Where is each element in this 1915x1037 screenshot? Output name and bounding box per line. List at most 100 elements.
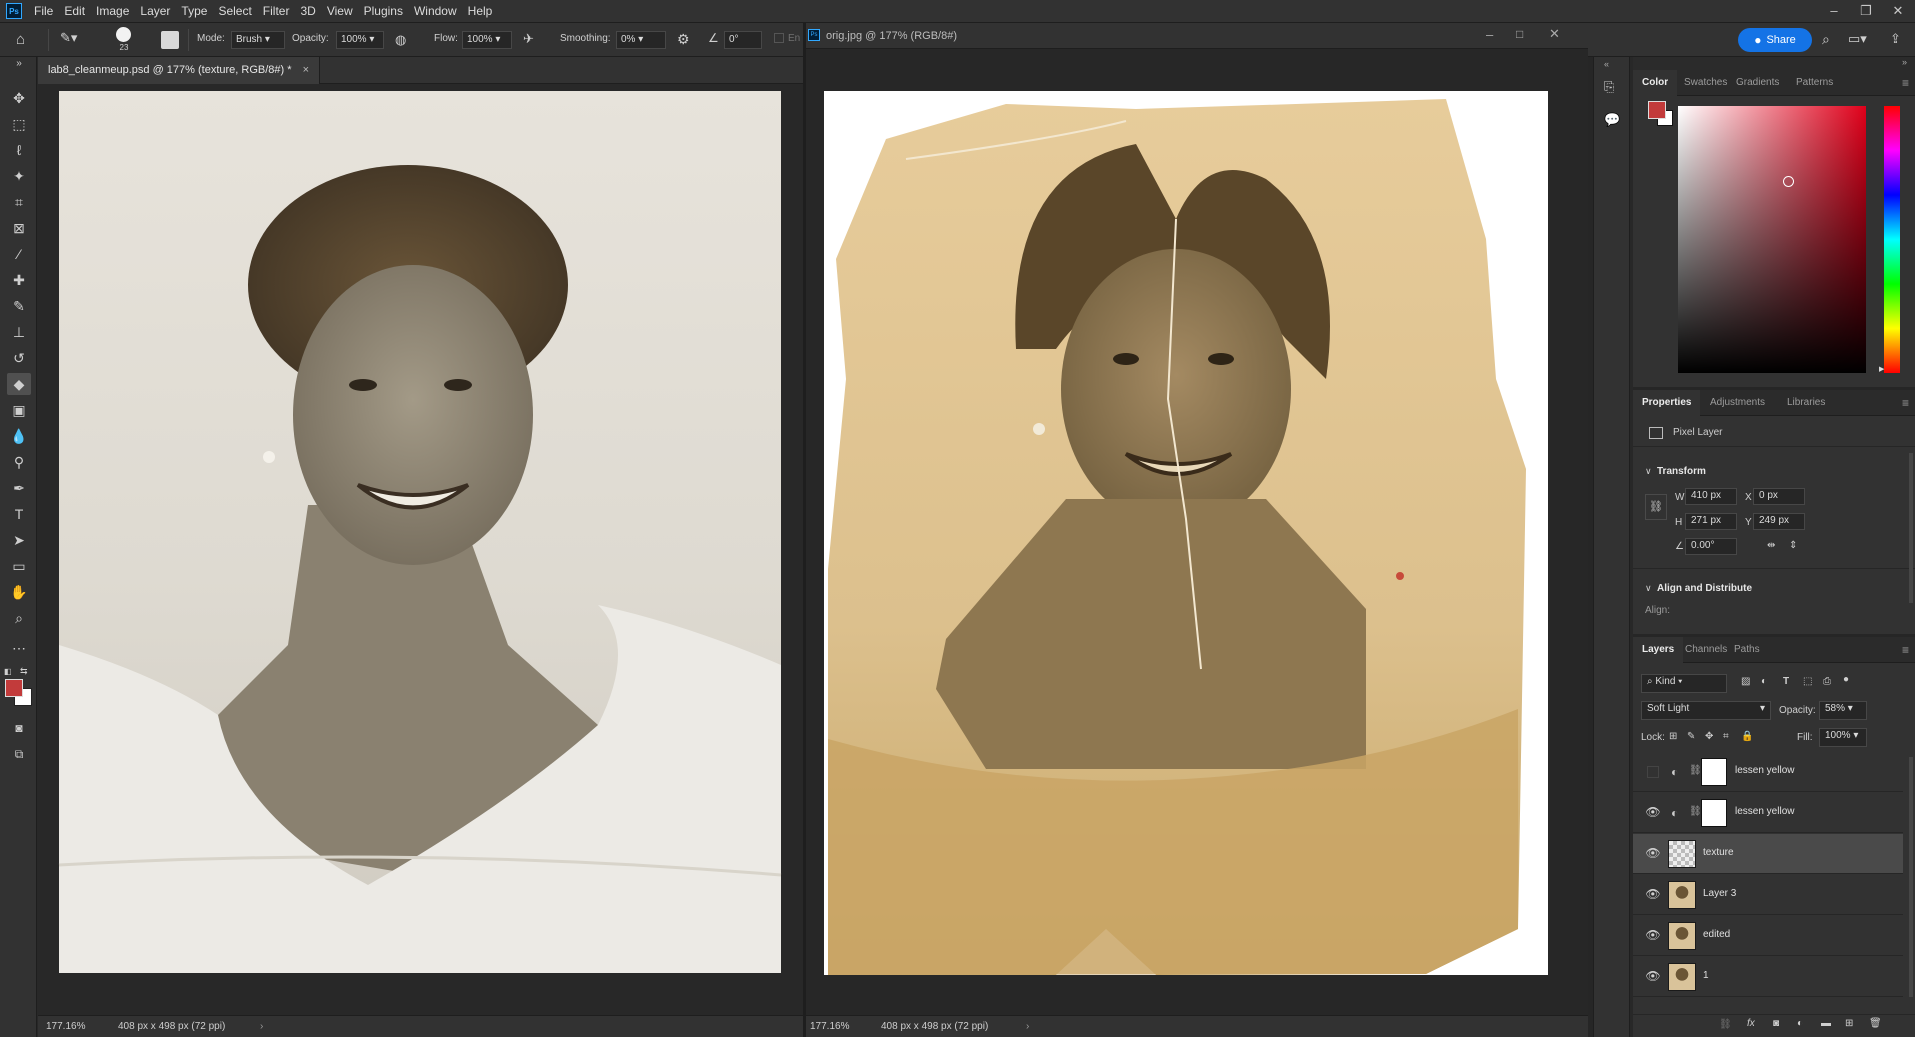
filter-type-icon[interactable]: T	[1783, 676, 1789, 687]
tab-paths[interactable]: Paths	[1725, 637, 1769, 663]
lock-all-icon[interactable]: 🔒	[1741, 731, 1753, 742]
layer-thumbnail[interactable]	[1668, 963, 1696, 991]
share-document-icon[interactable]: ⇪	[1890, 31, 1901, 47]
filter-adjustment-icon[interactable]: ◐	[1761, 676, 1767, 687]
eraser-tool-icon[interactable]: ◆	[7, 373, 31, 395]
layer-mask-thumbnail[interactable]	[1701, 758, 1727, 786]
layer-row-lessen-yellow-hidden[interactable]: ◐ ⛓ lessen yellow	[1633, 752, 1903, 792]
x-input[interactable]: 0 px	[1753, 488, 1805, 505]
home-icon[interactable]: ⌂	[16, 31, 36, 49]
menu-type[interactable]: Type	[179, 4, 216, 18]
pen-tool-icon[interactable]: ✒	[7, 477, 31, 499]
edited-photo-canvas[interactable]	[38, 85, 803, 1015]
screen-mode-icon[interactable]: ⧉	[7, 743, 31, 765]
layer-style-icon[interactable]: fx	[1747, 1018, 1755, 1029]
menu-file[interactable]: File	[32, 4, 62, 18]
menu-view[interactable]: View	[325, 4, 362, 18]
layer-row-edited[interactable]: 👁 edited	[1633, 916, 1903, 956]
menu-layer[interactable]: Layer	[138, 4, 179, 18]
add-mask-icon[interactable]: ◙	[1773, 1018, 1779, 1029]
y-input[interactable]: 249 px	[1753, 513, 1805, 530]
foreground-color-swatch[interactable]	[5, 679, 23, 697]
layer-row-lessen-yellow[interactable]: 👁 ◐ ⛓ lessen yellow	[1633, 793, 1903, 833]
document-tab-lab8[interactable]: lab8_cleanmeup.psd @ 177% (texture, RGB/…	[38, 57, 321, 84]
swap-colors-icon[interactable]: ⇆	[20, 666, 28, 677]
panel-foreground-swatch[interactable]	[1648, 101, 1666, 119]
menu-filter[interactable]: Filter	[261, 4, 299, 18]
floating-window-titlebar[interactable]: Ps orig.jpg @ 177% (RGB/8#) – □ ✕	[806, 23, 1588, 49]
airbrush-icon[interactable]: ✈	[523, 31, 534, 47]
tab-adjustments[interactable]: Adjustments	[1701, 390, 1774, 416]
original-photo-canvas[interactable]	[806, 49, 1588, 1015]
menu-3d[interactable]: 3D	[298, 4, 324, 18]
layer-row-texture[interactable]: 👁 texture	[1633, 834, 1903, 874]
layer-mask-thumbnail[interactable]	[1701, 799, 1727, 827]
menu-image[interactable]: Image	[94, 4, 138, 18]
blend-mode-select[interactable]: Soft Light ▾	[1641, 701, 1771, 720]
properties-scrollbar[interactable]	[1909, 453, 1913, 603]
opacity-input[interactable]: 100% ▾	[336, 31, 384, 49]
photoshop-logo[interactable]: Ps	[6, 3, 22, 19]
lock-pixels-icon[interactable]: ✎	[1687, 731, 1695, 742]
gradient-tool-icon[interactable]: ▣	[7, 399, 31, 421]
mask-link-icon[interactable]: ⛓	[1689, 765, 1702, 776]
lock-artboard-icon[interactable]: ⌗	[1723, 731, 1729, 742]
menu-help[interactable]: Help	[466, 4, 502, 18]
width-input[interactable]: 410 px	[1685, 488, 1737, 505]
layer-name[interactable]: Layer 3	[1703, 888, 1736, 899]
hue-slider[interactable]	[1884, 106, 1900, 373]
tab-libraries[interactable]: Libraries	[1778, 390, 1834, 416]
new-group-icon[interactable]: ▬	[1821, 1018, 1831, 1029]
default-colors-icon[interactable]: ◧	[4, 667, 16, 676]
quick-mask-icon[interactable]: ◙	[7, 717, 31, 739]
flow-input[interactable]: 100% ▾	[462, 31, 512, 49]
layer-thumbnail[interactable]	[1668, 840, 1696, 868]
lasso-tool-icon[interactable]: ℓ	[7, 139, 31, 161]
restore-icon[interactable]: ❐	[1850, 0, 1882, 23]
eyedropper-tool-icon[interactable]: ⁄	[7, 243, 31, 265]
layer-name[interactable]: edited	[1703, 929, 1730, 940]
gear-icon[interactable]: ⚙	[677, 31, 690, 48]
right-zoom-level[interactable]: 177.16%	[810, 1021, 849, 1032]
zoom-tool-icon[interactable]: ⌕	[7, 607, 31, 629]
filter-smart-object-icon[interactable]: ⎙	[1823, 676, 1831, 687]
layer-filter-kind[interactable]: ⌕ Kind ▾	[1641, 674, 1727, 693]
float-minimize-icon[interactable]: –	[1486, 27, 1493, 42]
flip-horizontal-icon[interactable]: ⇹	[1767, 540, 1775, 551]
menu-select[interactable]: Select	[216, 4, 260, 18]
blur-tool-icon[interactable]: 💧	[7, 425, 31, 447]
filter-shape-icon[interactable]: ⬚	[1803, 676, 1812, 687]
eye-icon[interactable]: 👁	[1645, 887, 1661, 903]
brush-angle-input[interactable]: 0°	[724, 31, 762, 49]
pressure-opacity-icon[interactable]: ◍	[395, 32, 406, 48]
filter-toggle-icon[interactable]: ●	[1843, 674, 1849, 685]
float-close-icon[interactable]: ✕	[1549, 26, 1560, 42]
hand-tool-icon[interactable]: ✋	[7, 581, 31, 603]
lock-transparency-icon[interactable]: ⊞	[1669, 731, 1677, 742]
menu-window[interactable]: Window	[412, 4, 466, 18]
close-icon[interactable]: ✕	[1882, 0, 1914, 23]
hue-slider-handle-icon[interactable]: ▶	[1879, 365, 1884, 373]
dodge-tool-icon[interactable]: ⚲	[7, 451, 31, 473]
mask-link-icon[interactable]: ⛓	[1689, 806, 1702, 817]
visibility-toggle-off[interactable]	[1647, 766, 1659, 778]
tab-color[interactable]: Color	[1633, 70, 1678, 96]
tab-patterns[interactable]: Patterns	[1787, 70, 1842, 96]
smoothing-input[interactable]: 0% ▾	[616, 31, 666, 49]
height-input[interactable]: 271 px	[1685, 513, 1737, 530]
menu-edit[interactable]: Edit	[62, 4, 94, 18]
flip-vertical-icon[interactable]: ⇕	[1789, 540, 1797, 551]
rectangle-tool-icon[interactable]: ▭	[7, 555, 31, 577]
transform-chevron-icon[interactable]: ∨	[1645, 466, 1652, 477]
layer-name[interactable]: texture	[1703, 847, 1734, 858]
brush-tool-icon[interactable]: ✎	[7, 295, 31, 317]
frame-tool-icon[interactable]: ⊠	[7, 217, 31, 239]
layer-thumbnail[interactable]	[1668, 881, 1696, 909]
workspace-icon[interactable]: ▭▾	[1848, 31, 1867, 47]
filter-pixel-icon[interactable]: ▨	[1741, 676, 1750, 687]
collapse-panels-icon[interactable]: «	[1604, 59, 1609, 69]
brush-settings-icon[interactable]	[161, 31, 179, 49]
path-selection-tool-icon[interactable]: ➤	[7, 529, 31, 551]
minimize-icon[interactable]: –	[1818, 0, 1850, 23]
right-status-arrow-icon[interactable]: ›	[1026, 1021, 1029, 1032]
